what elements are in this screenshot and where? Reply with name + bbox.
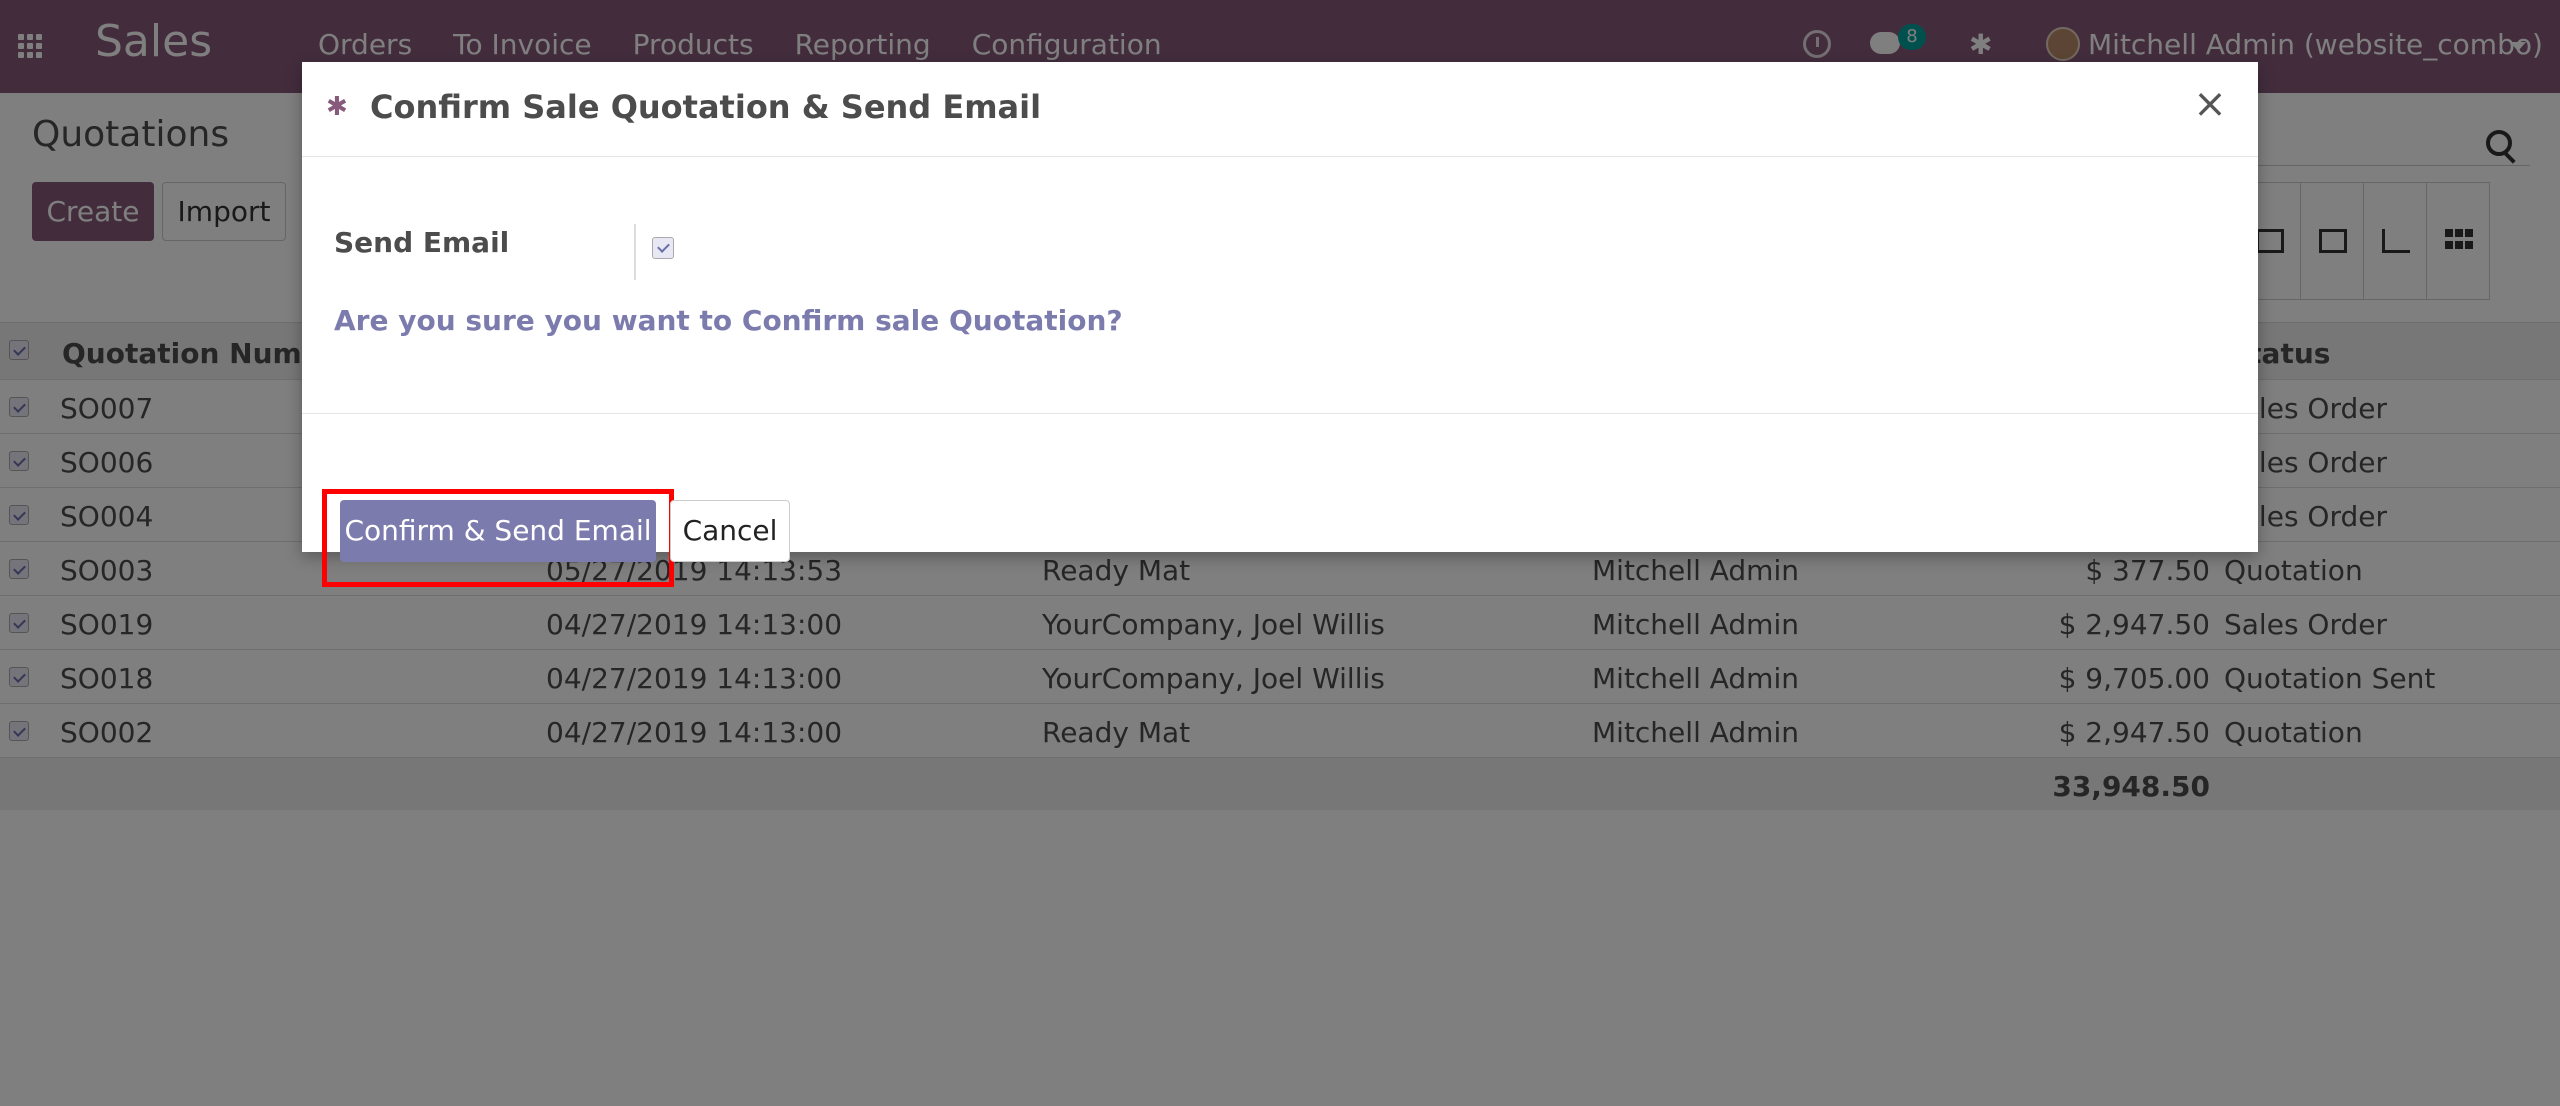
cancel-button[interactable]: Cancel <box>670 500 790 562</box>
send-email-label: Send Email <box>334 226 510 259</box>
field-divider <box>634 224 636 280</box>
dialog-footer: Confirm & Send Email Cancel <box>302 413 2258 587</box>
dialog-header: ✱ Confirm Sale Quotation & Send Email × <box>302 62 2258 157</box>
confirm-send-email-button[interactable]: Confirm & Send Email <box>340 500 656 562</box>
confirm-question: Are you sure you want to Confirm sale Qu… <box>334 304 1123 337</box>
confirm-dialog: ✱ Confirm Sale Quotation & Send Email × … <box>302 62 2258 587</box>
close-icon[interactable]: × <box>2190 82 2230 126</box>
debug-bug-icon[interactable]: ✱ <box>326 92 350 122</box>
send-email-checkbox[interactable] <box>652 237 674 259</box>
dialog-title: Confirm Sale Quotation & Send Email <box>370 88 1042 126</box>
